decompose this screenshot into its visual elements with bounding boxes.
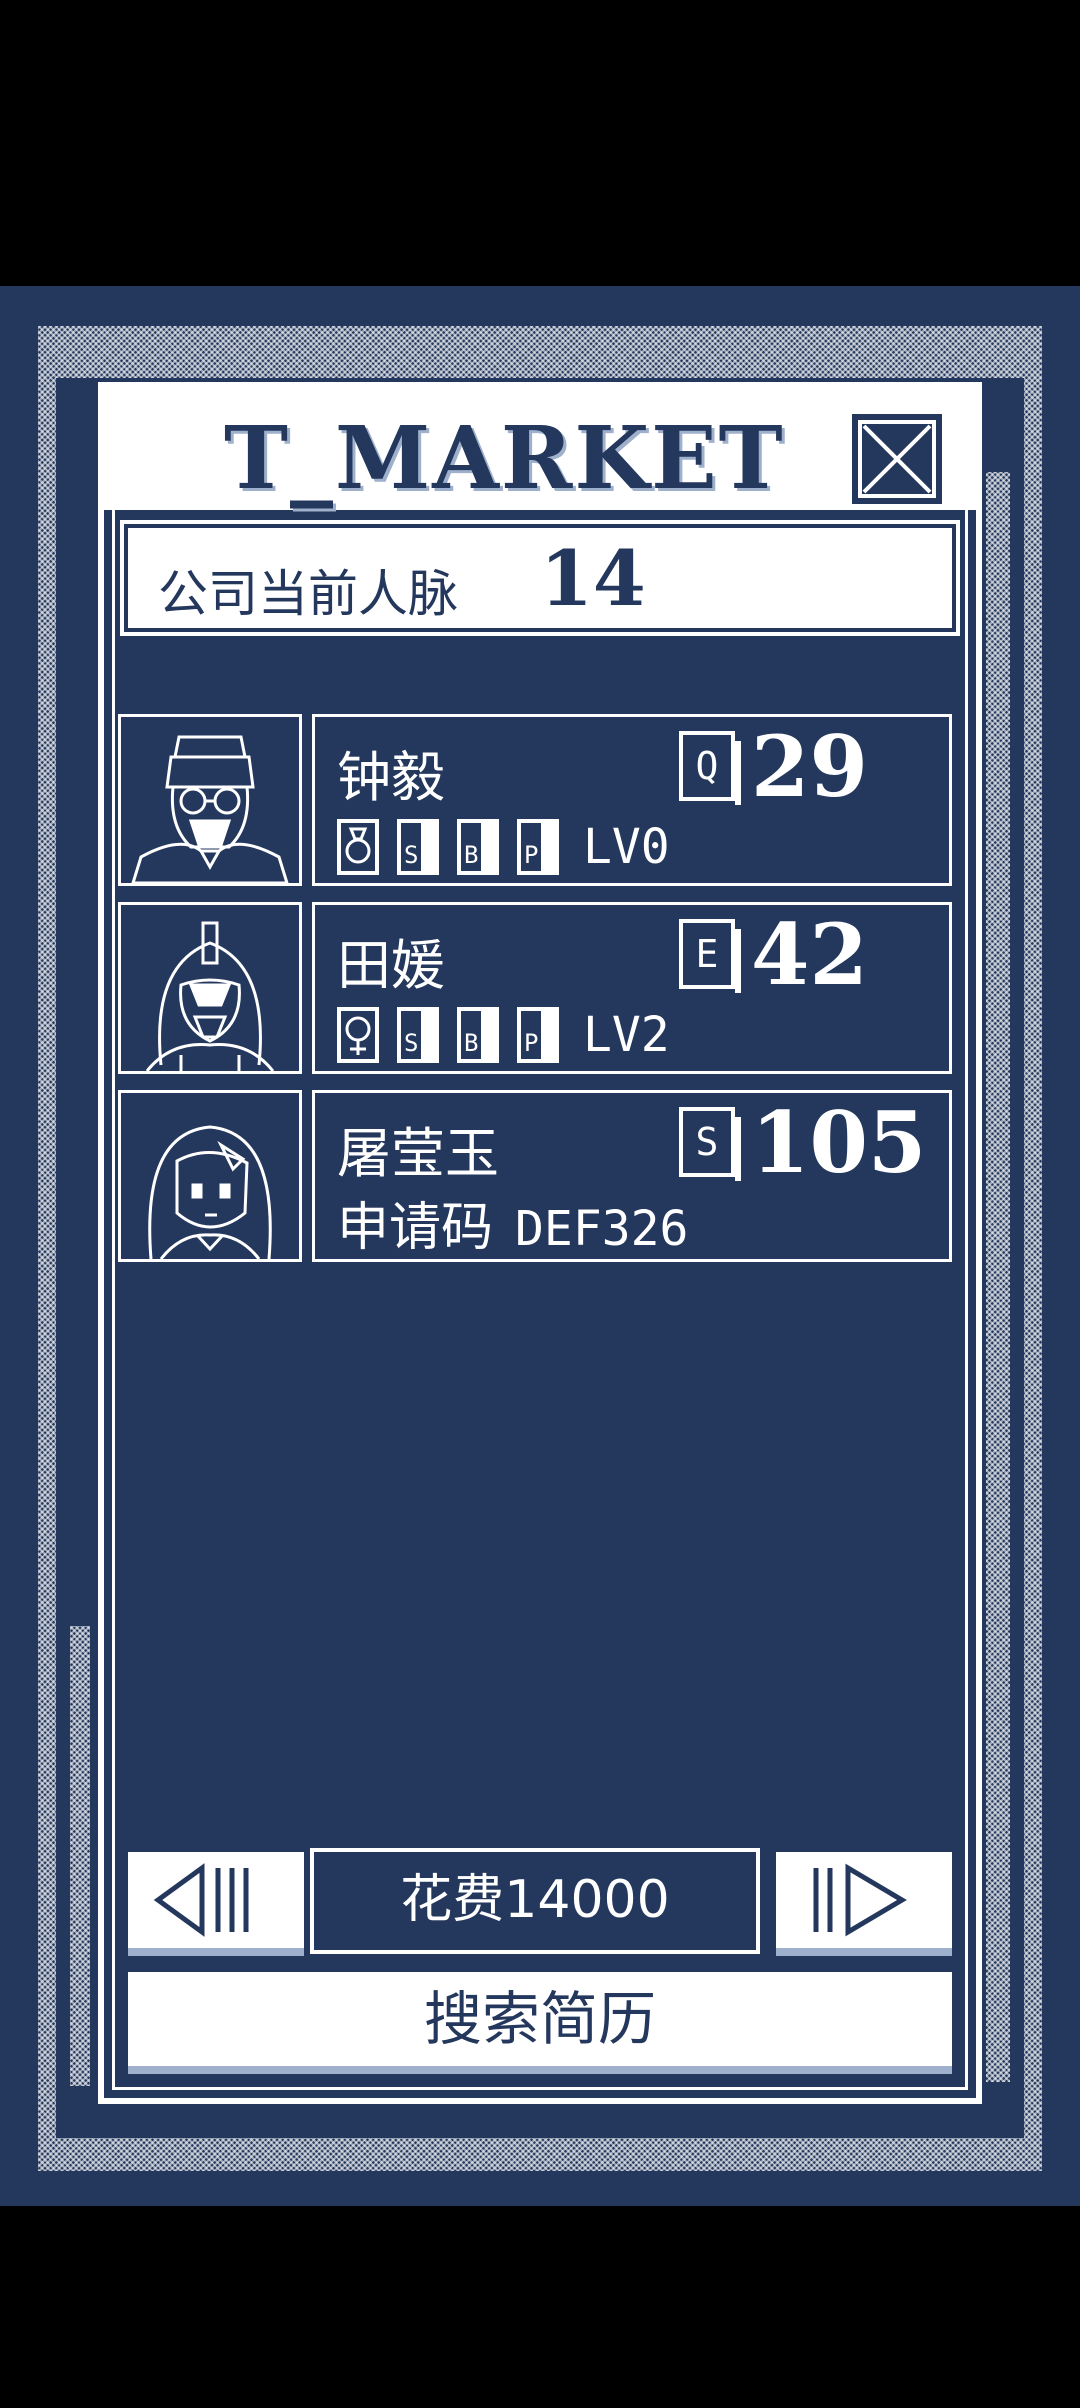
candidate-info: 田媛 E 42 S B P LV2 [312,902,952,1074]
skill-s-icon: S [397,819,439,875]
skill-s-label: S [404,841,419,869]
candidate-name: 钟毅 [337,746,445,809]
candidate-info: 钟毅 Q 29 S B P LV0 [312,714,952,886]
candidate-cost: 42 [751,905,868,1004]
candidate-portrait [118,714,302,886]
application-code-value: DEF326 [515,1201,689,1257]
arrow-left-icon [153,1863,249,1937]
candidate-cost: 105 [751,1093,927,1192]
candidate-cost: 29 [751,717,868,816]
portrait-man-glasses [130,735,290,885]
male-icon [337,819,379,875]
network-label: 公司当前人脉 [158,565,458,623]
skill-p-label: P [524,1029,539,1057]
next-page-button[interactable] [776,1852,952,1956]
prev-page-button[interactable] [128,1852,304,1956]
female-icon [337,1007,379,1063]
skill-b-icon: B [457,1007,499,1063]
skill-b-icon: B [457,819,499,875]
candidate-portrait [118,902,302,1074]
scroll-strip-left [70,1626,90,2086]
skill-icons: S B P LV2 [337,1005,670,1065]
application-code: 申请码 DEF326 [337,1185,688,1260]
market-panel: T_MARKET 公司当前人脉 14 钟毅 Q 29 S B P LV0 田媛 … [98,382,982,2104]
candidate-info: 屠莹玉 S 105 申请码 DEF326 [312,1090,952,1262]
arrow-right-icon [813,1863,907,1937]
grade-badge: E [679,919,741,993]
skill-b-label: B [464,841,479,869]
candidate-level: LV2 [583,1007,670,1063]
network-value: 14 [540,534,646,623]
skill-s-icon: S [397,1007,439,1063]
candidate-name: 屠莹玉 [337,1122,499,1185]
skill-p-icon: P [517,1007,559,1063]
candidate-level: LV0 [583,819,670,875]
skill-p-label: P [524,841,539,869]
candidate-card[interactable]: 钟毅 Q 29 S B P LV0 [118,714,958,886]
candidate-card[interactable]: 田媛 E 42 S B P LV2 [118,902,958,1074]
grade-badge: Q [679,731,741,805]
scroll-strip-right [986,472,1010,2082]
close-button[interactable] [848,410,946,508]
candidate-portrait [118,1090,302,1262]
candidate-name: 田媛 [337,934,445,997]
network-box: 公司当前人脉 14 [120,520,960,636]
skill-p-icon: P [517,819,559,875]
grade-badge: S [679,1107,741,1181]
portrait-woman-bun [145,921,275,1072]
skill-s-label: S [404,1029,419,1057]
candidate-card[interactable]: 屠莹玉 S 105 申请码 DEF326 [118,1090,958,1262]
application-code-label: 申请码 [337,1198,494,1258]
skill-b-label: B [464,1029,479,1057]
search-resume-button[interactable]: 搜索简历 [128,1972,952,2074]
search-fee: 花费14000 [310,1848,760,1954]
market-title: T_MARKET [224,408,785,509]
close-x-icon [858,420,936,498]
portrait-girl-long-hair [148,1125,272,1260]
skill-icons: S B P LV0 [337,817,670,877]
